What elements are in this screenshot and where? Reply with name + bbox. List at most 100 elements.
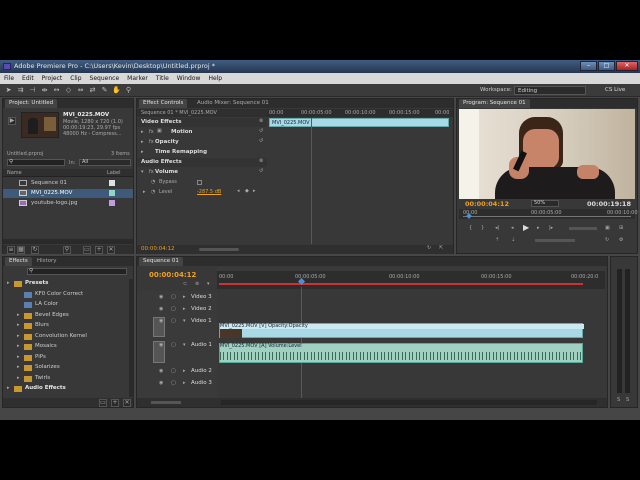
expand-triangle-icon[interactable]: ▸ [143, 189, 146, 195]
add-keyframe-icon[interactable]: ◆ [245, 188, 249, 194]
next-keyframe-icon[interactable]: ▸ [253, 188, 256, 194]
effects-tree-item[interactable]: ▸ Mosaics [3, 342, 129, 352]
expand-triangle-icon[interactable]: ▸ [17, 333, 20, 339]
close-button[interactable]: ✕ [616, 61, 638, 71]
col-label-header[interactable]: Label [107, 170, 121, 176]
zoom-tool-icon[interactable]: ⚲ [124, 86, 133, 95]
delete-icon[interactable]: ✕ [123, 399, 131, 407]
track-audio-2[interactable]: ◉ ▢ ▸ Audio 2 [137, 367, 605, 377]
reset-icon[interactable]: ↺ [259, 138, 263, 144]
icon-view-icon[interactable]: ▦ [17, 246, 25, 254]
new-bin-icon[interactable]: ▭ [83, 246, 91, 254]
tab-program[interactable]: Program: Sequence 01 [459, 99, 530, 108]
step-back-frame-icon[interactable]: ◂ [511, 225, 514, 231]
jog-shuttle[interactable] [569, 227, 597, 230]
menu-edit[interactable]: Edit [22, 73, 34, 84]
rate-stretch-tool-icon[interactable]: ↔ [52, 86, 61, 95]
safe-margins-icon[interactable]: ⊞ [619, 225, 623, 231]
step-forward-icon[interactable]: |▸ [549, 225, 553, 231]
eye-icon[interactable]: ◉ [159, 318, 163, 324]
tab-effect-controls[interactable]: Effect Controls [139, 99, 188, 108]
effects-v-scrollbar[interactable] [129, 279, 134, 397]
list-view-icon[interactable]: ≡ [7, 246, 15, 254]
motion-icon[interactable]: ▣ [157, 128, 162, 134]
step-back-icon[interactable]: ◂| [495, 225, 499, 231]
loop-icon[interactable]: ↻ [427, 245, 431, 251]
delete-icon[interactable]: ✕ [107, 246, 115, 254]
effect-row-bypass[interactable]: ◔ Bypass [137, 178, 267, 187]
hand-tool-icon[interactable]: ✋ [112, 86, 121, 95]
reset-icon[interactable]: ↺ [259, 128, 263, 134]
new-item-icon[interactable]: + [95, 246, 103, 254]
solo-left-icon[interactable]: S [617, 397, 620, 403]
tab-effects[interactable]: Effects [5, 257, 32, 266]
shuttle-slider[interactable] [535, 239, 575, 242]
expand-triangle-icon[interactable]: ▸ [183, 306, 186, 312]
lock-icon[interactable]: ▢ [171, 368, 176, 374]
program-current-timecode[interactable]: 00:00:04:12 [465, 200, 509, 208]
selection-tool-icon[interactable]: ➤ [4, 86, 13, 95]
work-area-bar[interactable] [219, 283, 583, 285]
program-ruler[interactable]: 00:00 00:00:05:00 00:00:10:00 [459, 209, 638, 219]
output-icon[interactable]: ⚙ [619, 237, 623, 243]
effects-tree-item[interactable]: ▸ Twirls [3, 374, 129, 384]
play-button-icon[interactable]: ▶ [523, 223, 529, 232]
fit-select[interactable]: 50% [531, 200, 559, 207]
bypass-checkbox[interactable] [197, 180, 202, 185]
expand-triangle-icon[interactable]: ▸ [183, 368, 186, 374]
minimize-button[interactable]: – [580, 61, 597, 71]
mark-in-icon[interactable]: { [469, 225, 472, 231]
automate-icon[interactable]: ↻ [31, 246, 39, 254]
expand-triangle-icon[interactable]: ▸ [17, 364, 20, 370]
track-video-1[interactable]: ◉ ▢ ▾ Video 1 MVI_0225.MOV [V] Opacity:O… [137, 317, 605, 339]
mark-out-icon[interactable]: } [481, 225, 484, 231]
effect-timecode[interactable]: 00:00:04:12 [141, 246, 175, 252]
zoom-slider[interactable] [199, 248, 239, 251]
effects-tree-item[interactable]: LA Color [3, 300, 129, 310]
project-h-scrollbar[interactable] [3, 239, 133, 244]
menu-window[interactable]: Window [177, 73, 201, 84]
effects-tree-item[interactable]: ▸ Convolution Kernel [3, 332, 129, 342]
col-name-header[interactable]: Name [7, 170, 22, 176]
expand-triangle-icon[interactable]: ▸ [17, 354, 20, 360]
effects-tree-item[interactable]: KF0 Color Correct [3, 290, 129, 300]
timeline-ruler[interactable]: 00:00 00:00:05:00 00:00:10:00 00:00:15:0… [217, 267, 605, 289]
workspace-select[interactable]: Editing [514, 86, 586, 95]
new-bin-icon[interactable]: ▭ [99, 399, 107, 407]
solo-right-icon[interactable]: S [626, 397, 629, 403]
expand-triangle-icon[interactable]: ▸ [183, 294, 186, 300]
prev-keyframe-icon[interactable]: ◂ [237, 188, 240, 194]
timeline-h-scrollbar[interactable] [221, 400, 597, 405]
add-marker-icon[interactable]: ▾ [207, 281, 210, 287]
list-item[interactable]: Sequence 01 [3, 179, 133, 188]
razor-tool-icon[interactable]: ◇ [64, 86, 73, 95]
slip-tool-icon[interactable]: ⇔ [76, 86, 85, 95]
menu-clip[interactable]: Clip [70, 73, 81, 84]
effect-row-opacity[interactable]: ▸ fx Opacity ↺ [137, 138, 267, 147]
eye-icon[interactable]: ◉ [159, 294, 163, 300]
menu-project[interactable]: Project [42, 73, 63, 84]
expand-triangle-icon[interactable]: ▸ [183, 380, 186, 386]
fx-icon[interactable]: fx [149, 169, 154, 175]
expand-triangle-icon[interactable]: ▸ [141, 139, 144, 145]
ripple-edit-tool-icon[interactable]: ⊣ [28, 86, 37, 95]
tab-sequence-01[interactable]: Sequence 01 [139, 257, 183, 266]
expand-triangle-icon[interactable]: ▸ [17, 343, 20, 349]
menu-sequence[interactable]: Sequence [90, 73, 120, 84]
play-thumbnail-icon[interactable]: ▶ [8, 117, 16, 125]
effect-row-volume[interactable]: ▾ fx Volume ↺ [137, 168, 267, 177]
collapse-triangle-icon[interactable]: ▾ [183, 318, 186, 324]
level-value[interactable]: -287.5 dB [197, 189, 221, 195]
expand-triangle-icon[interactable]: ▸ [17, 312, 20, 318]
fx-icon[interactable]: fx [149, 139, 154, 145]
effects-tree-item[interactable]: ▸ PiPs [3, 353, 129, 363]
extract-icon[interactable]: ⇣ [511, 237, 515, 243]
speaker-icon[interactable]: ◉ [159, 342, 163, 348]
expand-triangle-icon[interactable]: ▸ [141, 149, 144, 155]
collapse-triangle-icon[interactable]: ▾ [183, 342, 186, 348]
menu-file[interactable]: File [4, 73, 14, 84]
menu-help[interactable]: Help [208, 73, 222, 84]
menu-marker[interactable]: Marker [127, 73, 148, 84]
stopwatch-icon[interactable]: ◔ [151, 179, 155, 185]
effect-row-level[interactable]: ▸ ◔ Level -287.5 dB ◂ ◆ ▸ [137, 188, 267, 197]
